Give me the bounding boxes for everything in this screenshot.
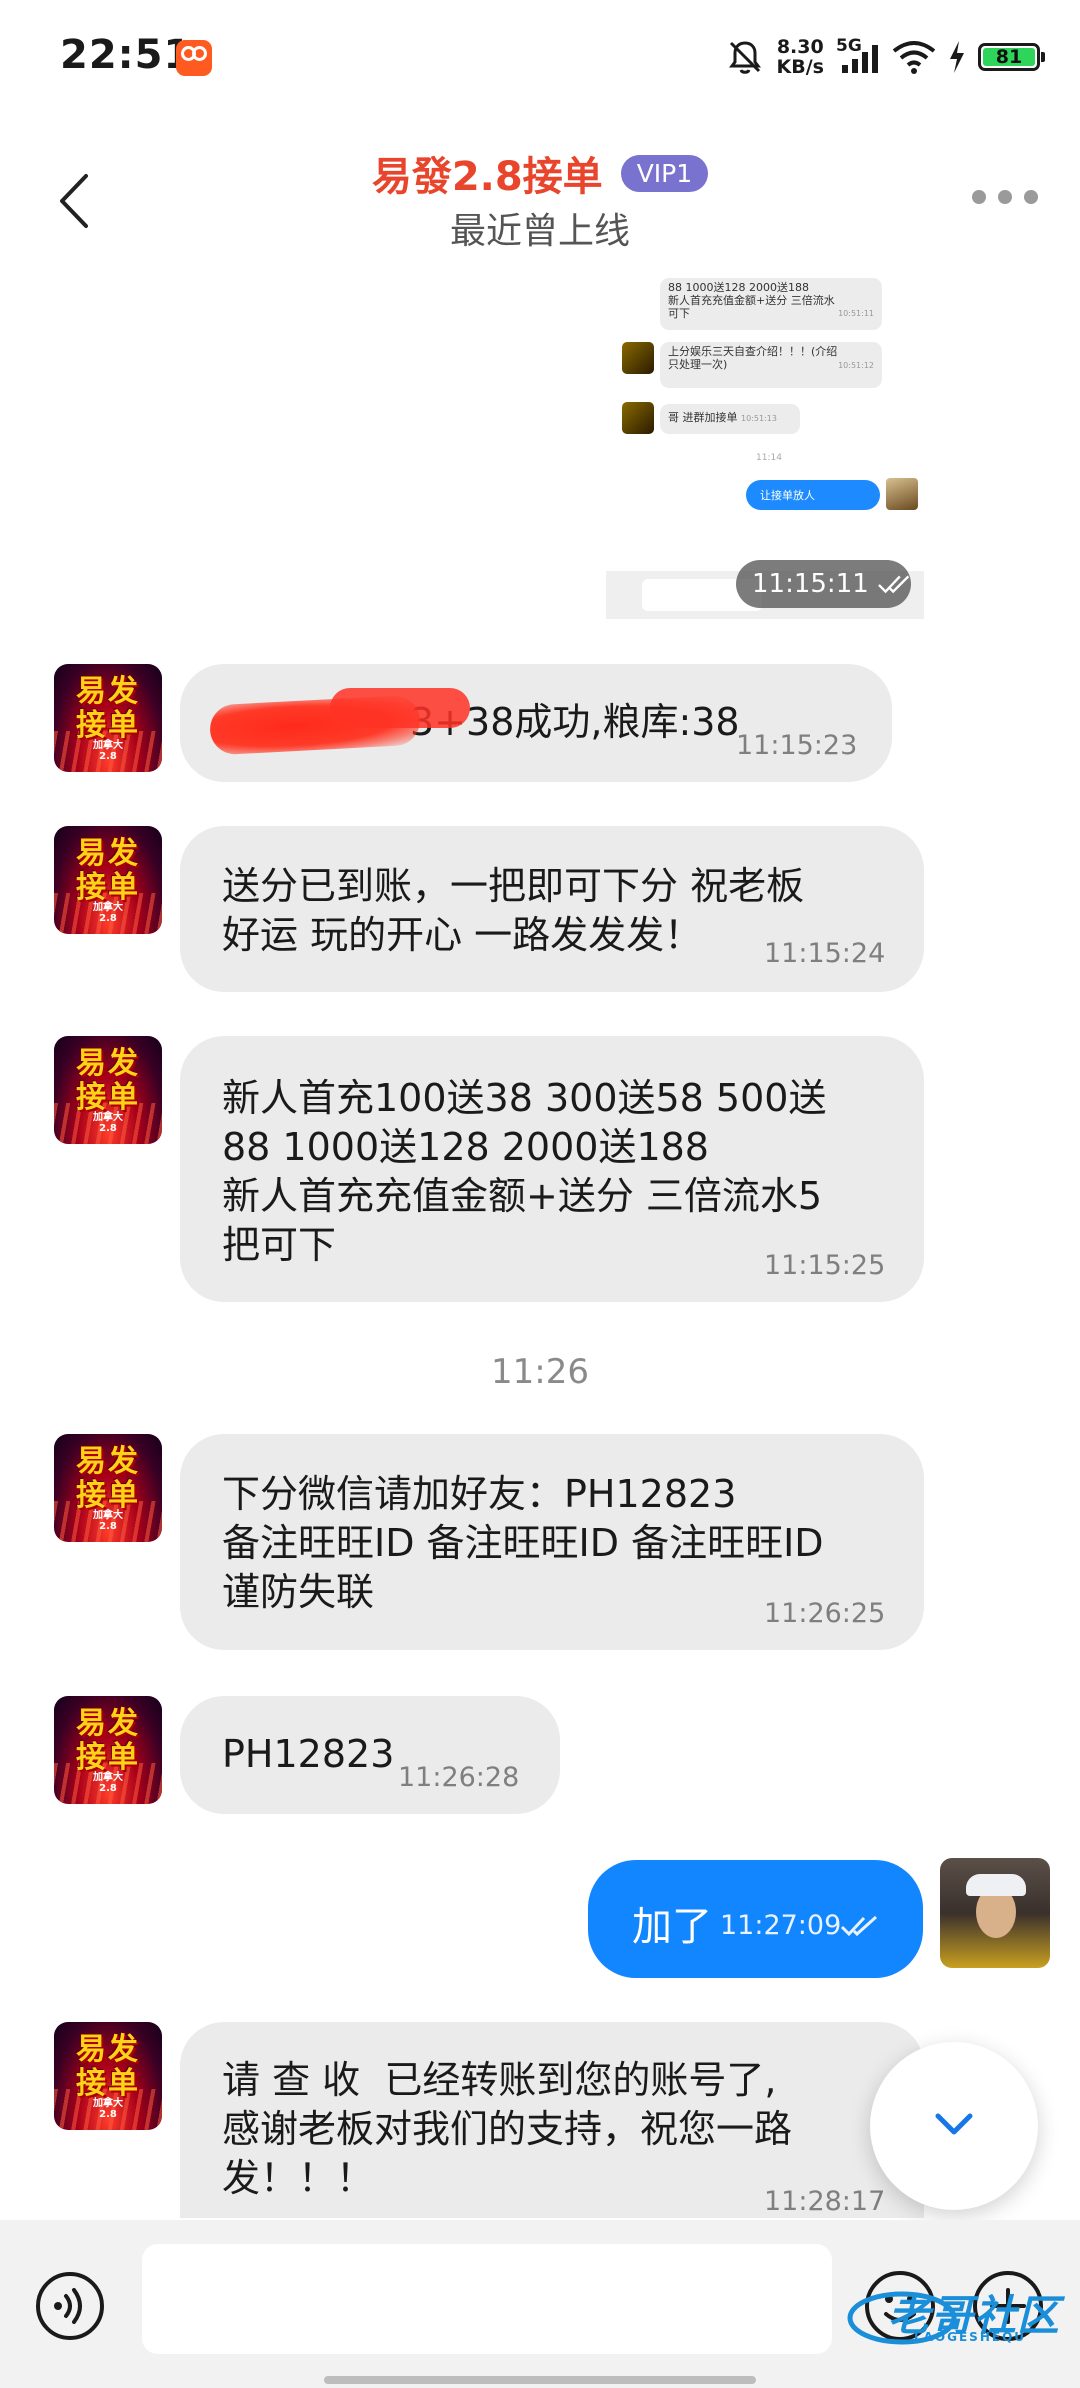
- app-badge-icon: [176, 40, 212, 76]
- message-bubble[interactable]: 3+38成功,粮库:38 11:15:23: [180, 664, 892, 782]
- status-bar: 22:51 8.30 KB/s 5G 81: [0, 0, 1080, 115]
- avatar-text: 接单: [76, 1478, 140, 1513]
- read-check-icon: [877, 575, 909, 594]
- avatar-subtext: 加拿大 2.8: [93, 1510, 123, 1532]
- message-time: 11:26:28: [398, 1762, 520, 1793]
- embedded-bubble-2: 上分娱乐三天自查介绍！！！(介绍 只处理一次) 10:51:12: [660, 342, 882, 388]
- avatar-subtext: 加拿大 2.8: [93, 1772, 123, 1794]
- signal-group: 5G: [836, 37, 880, 77]
- vip-badge: VIP1: [620, 154, 709, 192]
- more-options-icon[interactable]: [972, 190, 1038, 204]
- my-message-time: 11:27:09: [720, 1910, 842, 1941]
- avatar-subtext: 加拿大 2.8: [93, 1112, 123, 1134]
- image-time: 11:15:11: [752, 569, 869, 599]
- online-status: 最近曾上线: [449, 211, 630, 252]
- chat-header: 易發2.8接单 VIP1 最近曾上线: [0, 130, 1080, 260]
- embedded-center-time: 11:14: [756, 453, 782, 463]
- embedded-bubble-1: 88 1000送128 2000送188 新人首充充值金额+送分 三倍流水 可下…: [660, 278, 882, 330]
- avatar-cap: [966, 1874, 1026, 1896]
- embedded-avatar: [622, 342, 654, 374]
- message-bubble[interactable]: 下分微信请加好友：PH12823 备注旺旺ID 备注旺旺ID 备注旺旺ID 谨防…: [180, 1434, 924, 1650]
- message-bubble[interactable]: 请 查 收 已经转账到您的账号了, 感谢老板对我们的支持，祝您一路 发！！！ 1…: [180, 2022, 924, 2218]
- avatar-subtext: 加拿大 2.8: [93, 740, 123, 762]
- contact-avatar[interactable]: 易发 接单 加拿大 2.8: [54, 1036, 162, 1144]
- avatar-text: 接单: [76, 1080, 140, 1115]
- my-avatar[interactable]: [940, 1858, 1050, 1968]
- embedded-line: 新人首充充值金额+送分 三倍流水: [668, 294, 835, 307]
- message-time: 11:15:25: [764, 1250, 886, 1281]
- message-text: 下分微信请加好友：PH12823 备注旺旺ID 备注旺旺ID 备注旺旺ID 谨防…: [222, 1472, 824, 1614]
- embedded-my-avatar: [886, 478, 918, 510]
- avatar-text: 接单: [76, 708, 140, 743]
- home-indicator[interactable]: [324, 2376, 756, 2384]
- contact-avatar[interactable]: 易发 接单 加拿大 2.8: [54, 664, 162, 772]
- my-message-text: 加了: [632, 1904, 712, 1950]
- status-time: 22:51: [60, 32, 193, 78]
- message-text: PH12823: [222, 1732, 395, 1776]
- avatar-subtext: 加拿大 2.8: [93, 2098, 123, 2120]
- message-time: 11:26:25: [764, 1598, 886, 1629]
- charging-icon: [950, 41, 964, 73]
- wifi-icon: [892, 41, 936, 74]
- status-icons: 8.30 KB/s 5G 81: [725, 32, 1045, 82]
- embedded-my-bubble: 让接单放人: [746, 480, 880, 510]
- message-time: 11:15:23: [736, 730, 858, 761]
- watermark-subtext: LAOGESHEQU: [914, 2330, 1027, 2344]
- embedded-bubble-3: 哥 进群加接单 10:51:13: [660, 404, 800, 434]
- contact-avatar[interactable]: 易发 接单 加拿大 2.8: [54, 826, 162, 934]
- avatar-text: 接单: [76, 2066, 140, 2101]
- watermark-logo: 老哥社区 LAOGESHEQU: [842, 2268, 1068, 2358]
- voice-icon[interactable]: [34, 2270, 106, 2342]
- image-message[interactable]: 88 1000送128 2000送188 新人首充充值金额+送分 三倍流水 可下…: [606, 278, 924, 620]
- contact-avatar[interactable]: 易发 接单 加拿大 2.8: [54, 1696, 162, 1804]
- redaction-mark: [330, 688, 470, 728]
- my-message-bubble[interactable]: 加了 11:27:09: [588, 1860, 923, 1978]
- battery-level: 81: [983, 46, 1035, 68]
- speed-unit: KB/s: [776, 56, 824, 78]
- chat-title: 易發2.8接单: [371, 154, 603, 200]
- embedded-avatar: [622, 402, 654, 434]
- avatar-text: 接单: [76, 870, 140, 905]
- mute-bell-icon: [728, 41, 761, 74]
- image-time-overlay: 11:15:11: [736, 560, 911, 608]
- message-bubble[interactable]: PH12823 11:26:28: [180, 1696, 560, 1814]
- chevron-down-icon: [935, 2113, 973, 2135]
- message-text: 新人首充100送38 300送58 500送 88 1000送128 2000送…: [222, 1076, 827, 1267]
- avatar-text: 接单: [76, 1740, 140, 1775]
- message-bubble[interactable]: 新人首充100送38 300送58 500送 88 1000送128 2000送…: [180, 1036, 924, 1302]
- message-input[interactable]: [142, 2244, 832, 2354]
- embedded-line: 哥 进群加接单: [668, 411, 738, 424]
- battery-icon: 81: [978, 43, 1045, 71]
- title-row: 易發2.8接单 VIP1: [0, 144, 1080, 202]
- contact-avatar[interactable]: 易发 接单 加拿大 2.8: [54, 1434, 162, 1542]
- embedded-line: 上分娱乐三天自查介绍！！！(介绍: [668, 345, 838, 358]
- message-text: 送分已到账，一把即可下分 祝老板 好运 玩的开心 一路发发发！: [222, 864, 805, 957]
- signal-icon: [842, 45, 878, 73]
- network-speed: 8.30 KB/s: [777, 37, 824, 77]
- message-text: 请 查 收 已经转账到您的账号了, 感谢老板对我们的支持，祝您一路 发！！！: [222, 2058, 793, 2200]
- embedded-time: 10:51:13: [741, 414, 777, 423]
- embedded-time: 10:51:11: [838, 309, 874, 318]
- scroll-to-bottom-button[interactable]: [870, 2042, 1038, 2210]
- embedded-line: 88 1000送128 2000送188: [668, 281, 809, 294]
- date-separator: 11:26: [491, 1352, 589, 1392]
- avatar-subtext: 加拿大 2.8: [93, 902, 123, 924]
- read-check-icon: [840, 1915, 878, 1937]
- contact-avatar[interactable]: 易发 接单 加拿大 2.8: [54, 2022, 162, 2130]
- message-time: 11:28:17: [764, 2186, 886, 2217]
- message-time: 11:15:24: [764, 938, 886, 969]
- speed-value: 8.30: [776, 36, 824, 58]
- message-bubble[interactable]: 送分已到账，一把即可下分 祝老板 好运 玩的开心 一路发发发！ 11:15:24: [180, 826, 924, 992]
